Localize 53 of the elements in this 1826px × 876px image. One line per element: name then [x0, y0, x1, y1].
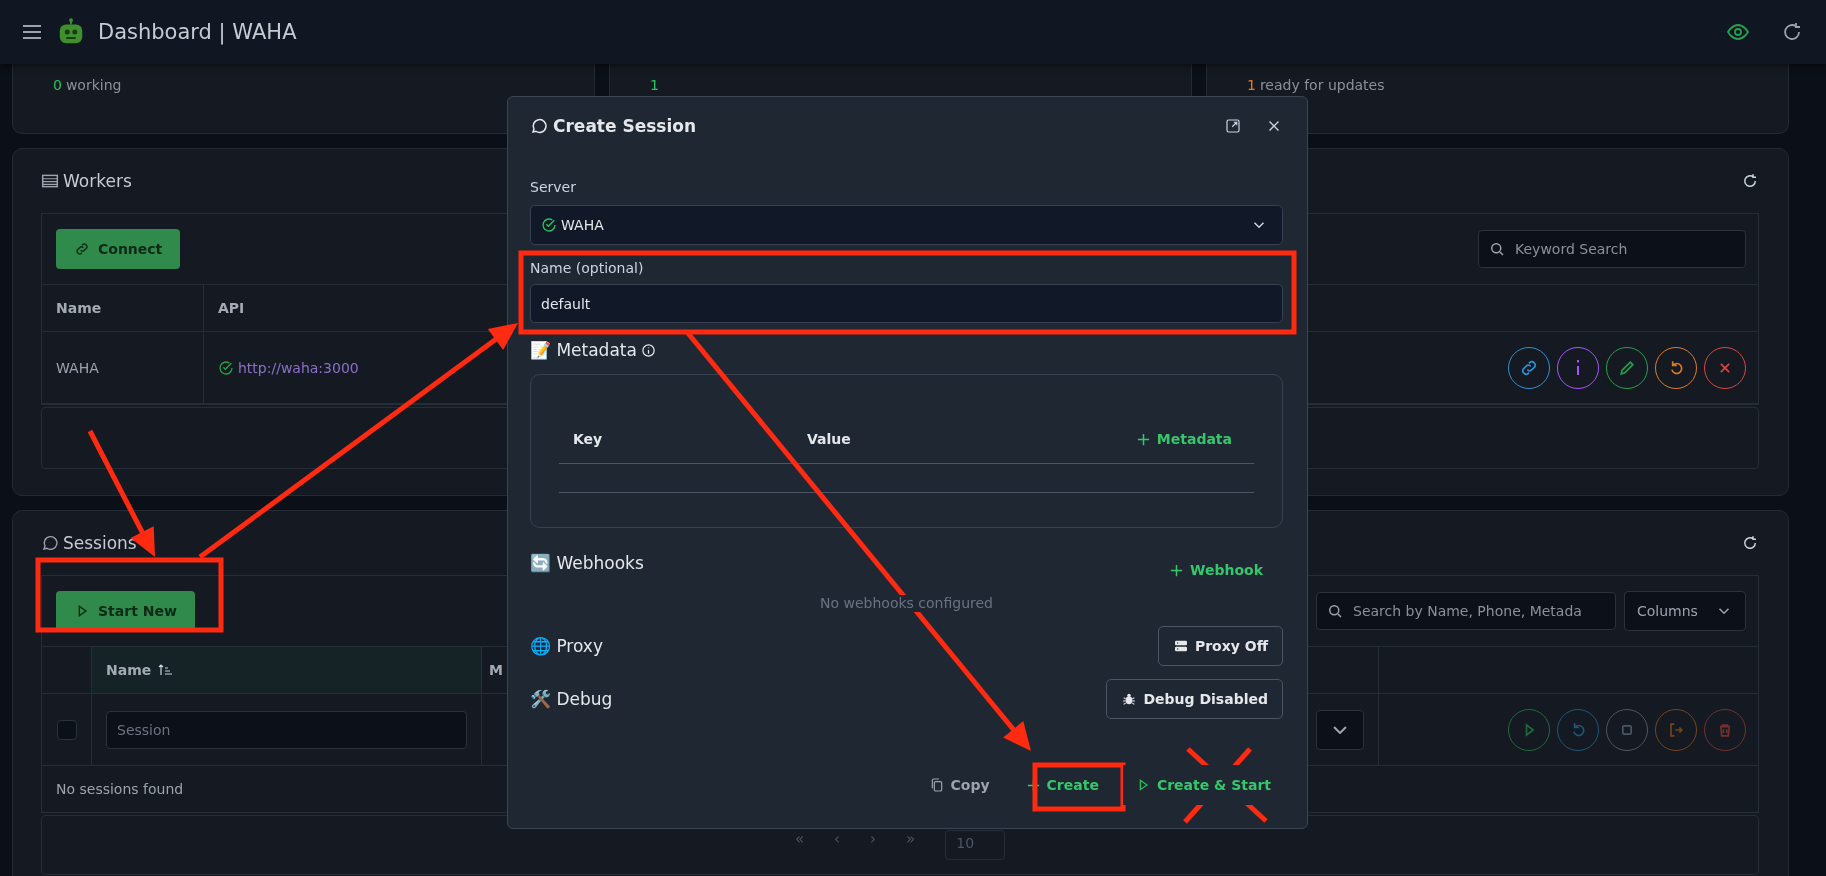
section-title: 🛠 Debug	[530, 688, 613, 710]
field-label: Name (optional)	[530, 260, 644, 277]
sort-ascending-icon	[157, 662, 174, 678]
stat-count: 0	[53, 77, 62, 93]
field-label: Server	[530, 179, 576, 196]
api-link[interactable]: http://waha:3000	[238, 359, 359, 376]
name-field[interactable]: default	[530, 284, 1283, 323]
list-icon	[41, 172, 59, 190]
expand-icon[interactable]	[1224, 117, 1242, 135]
stat-label: working	[65, 77, 122, 93]
table-cell: WAHA	[56, 359, 99, 376]
add-webhook-button[interactable]: Webhook	[1159, 555, 1273, 585]
bug-icon	[1121, 691, 1138, 707]
create-button[interactable]: Create	[1013, 765, 1111, 805]
session-filter-field[interactable]: Session	[106, 710, 467, 749]
column-header: Name	[56, 300, 102, 316]
section-title: 📝 Metadata	[530, 339, 637, 361]
connect-button[interactable]: Connect	[56, 229, 181, 269]
info-icon	[1575, 359, 1581, 376]
proxy-button[interactable]: Proxy Off	[1157, 626, 1283, 666]
stat-count: 1	[1247, 77, 1256, 93]
copy-button[interactable]: Copy	[916, 765, 1002, 805]
server-icon	[1172, 638, 1189, 654]
search-field[interactable]: Keyword Search	[1478, 230, 1746, 268]
debug-button[interactable]: Debug Disabled	[1106, 679, 1283, 719]
panel-title: Workers	[63, 171, 132, 191]
plus-icon	[1169, 562, 1184, 578]
column-header: Key	[573, 431, 604, 447]
link-icon	[74, 241, 90, 257]
dialog-title: Create Session	[553, 116, 697, 136]
section-title: 🌐 Proxy	[530, 635, 603, 657]
stat-label: ready for updates	[1259, 77, 1385, 93]
columns-dropdown[interactable]: Columns	[1624, 591, 1746, 631]
column-header: API	[218, 300, 245, 316]
info-icon	[640, 342, 656, 358]
search-field[interactable]: Search by Name, Phone, Metada	[1316, 592, 1616, 630]
chevron-down-icon	[1333, 725, 1347, 734]
stat-count: 1	[650, 77, 659, 93]
refresh-icon[interactable]	[1741, 534, 1759, 552]
chat-icon	[41, 534, 59, 552]
column-header: Value	[807, 431, 852, 447]
column-header[interactable]: Name	[92, 647, 482, 693]
plus-icon	[1135, 431, 1151, 447]
refresh-icon[interactable]	[1741, 172, 1759, 190]
checkbox[interactable]	[56, 719, 77, 740]
chat-icon	[530, 117, 548, 135]
start-new-button[interactable]: Start New	[56, 591, 195, 631]
empty-message: No sessions found	[56, 781, 184, 797]
section-title: 🔄 Webhooks	[530, 552, 644, 574]
server-select[interactable]: WAHA	[530, 205, 1283, 245]
app-title: Dashboard | WAHA	[98, 20, 297, 44]
panel-title: Sessions	[63, 533, 137, 553]
add-metadata-button[interactable]: Metadata	[1125, 424, 1242, 454]
